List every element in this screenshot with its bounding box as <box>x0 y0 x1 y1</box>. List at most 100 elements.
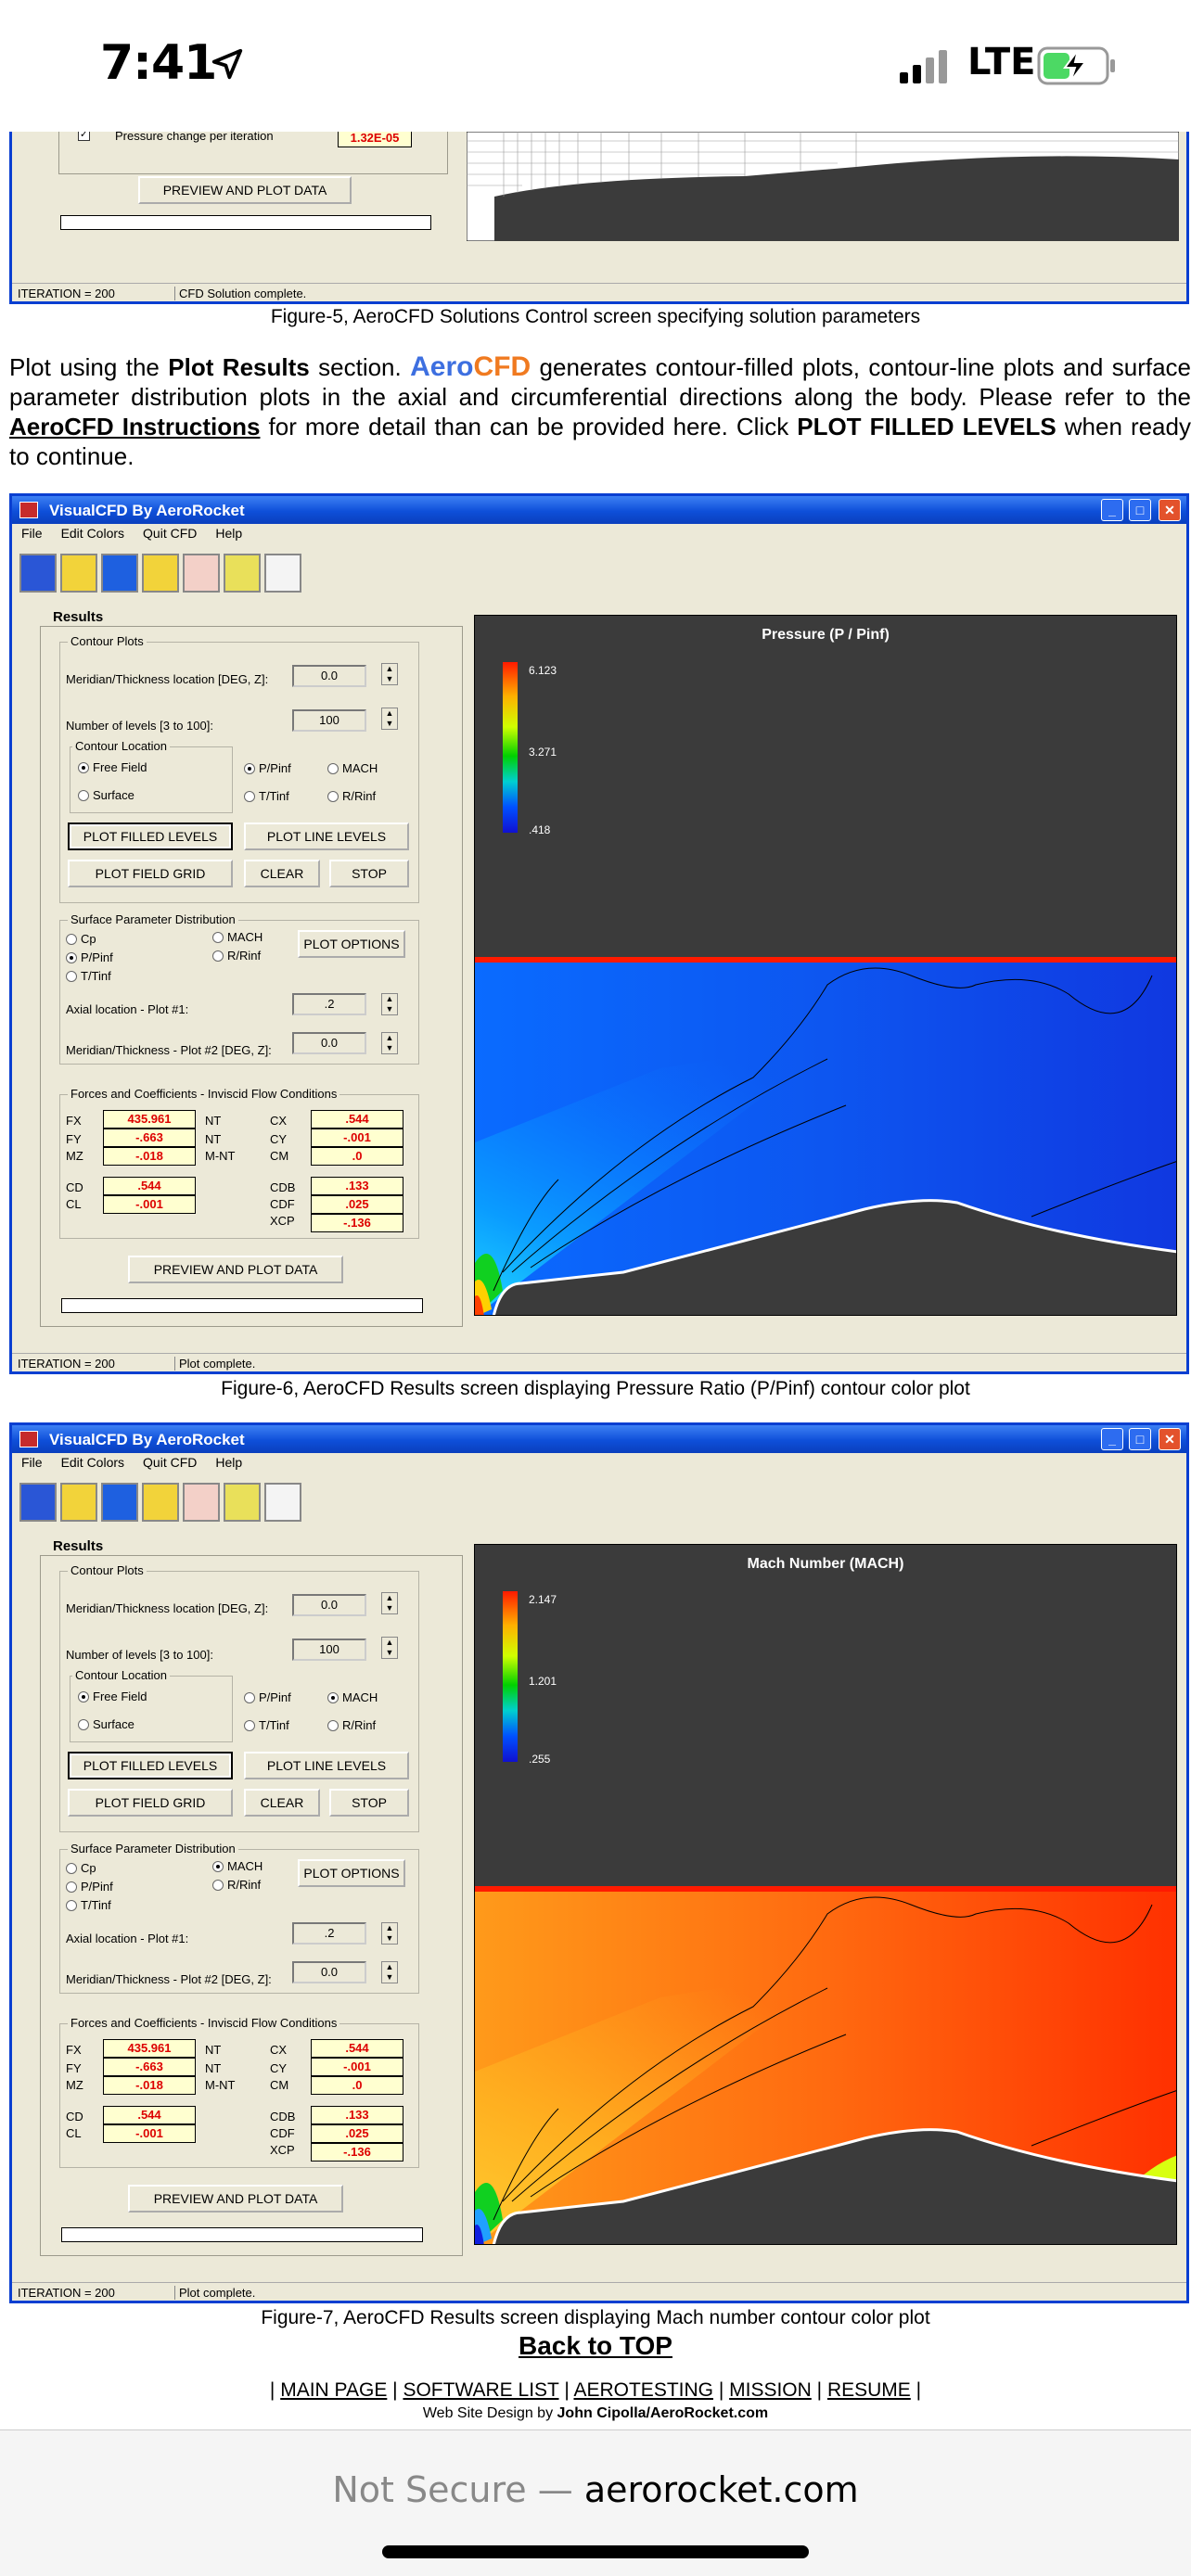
meridian2-spinner[interactable]: ▲ ▼ <box>381 1961 398 1983</box>
levels-spinner[interactable]: ▲ ▼ <box>381 1637 398 1659</box>
plot-filled-levels-button[interactable]: PLOT FILLED LEVELS <box>68 823 233 850</box>
home-indicator[interactable] <box>382 2545 809 2558</box>
cp-radio[interactable]: Cp <box>66 1861 96 1875</box>
meridian-spinner[interactable]: ▲ ▼ <box>381 1592 398 1614</box>
close-button[interactable]: ✕ <box>1159 499 1181 521</box>
menu-file[interactable]: File <box>21 526 43 541</box>
solution-tool-button[interactable] <box>183 1483 220 1522</box>
group-title: Contour Plots <box>68 634 147 648</box>
free-field-radio[interactable]: Free Field <box>78 1690 147 1703</box>
axial-spinner[interactable]: ▲ ▼ <box>381 1922 398 1945</box>
resume-link[interactable]: RESUME <box>827 2379 911 2401</box>
ttinf-radio[interactable]: T/Tinf <box>244 789 289 803</box>
geometry-tool-button[interactable] <box>19 1483 57 1522</box>
meridian-input[interactable]: 0.0 <box>292 665 366 687</box>
results-tool-button[interactable] <box>224 554 261 593</box>
domain-tool-button[interactable] <box>101 1483 138 1522</box>
plot-title: Mach Number (MACH) <box>747 1556 904 1572</box>
menu-edit-colors[interactable]: Edit Colors <box>61 526 124 541</box>
geometry-tool-button[interactable] <box>19 554 57 593</box>
surface-rrinf-radio[interactable]: R/Rinf <box>212 949 261 963</box>
meridian2-spinner[interactable]: ▲ ▼ <box>381 1032 398 1054</box>
solution-tool-button[interactable] <box>183 554 220 593</box>
menu-help[interactable]: Help <box>215 526 242 541</box>
back-to-top-link[interactable]: Back to TOP <box>0 2331 1191 2361</box>
menu-quit-cfd[interactable]: Quit CFD <box>143 526 197 541</box>
radio-label: MACH <box>342 761 378 775</box>
address-bar[interactable]: Not Secure — aerorocket.com <box>0 2469 1191 2510</box>
plot-options-button[interactable]: PLOT OPTIONS <box>298 1859 405 1887</box>
mission-link[interactable]: MISSION <box>729 2379 812 2401</box>
aerotesting-link[interactable]: AEROTESTING <box>573 2379 713 2401</box>
clear-button[interactable]: CLEAR <box>244 1789 320 1817</box>
meridian2-input[interactable]: 0.0 <box>292 1961 366 1983</box>
surface-mach-radio[interactable]: MACH <box>212 930 263 944</box>
surface-ppinf-radio[interactable]: P/Pinf <box>66 1880 113 1894</box>
preview-plot-button[interactable]: PREVIEW AND PLOT DATA <box>128 1256 343 1283</box>
ttinf-radio[interactable]: T/Tinf <box>244 1718 289 1732</box>
stop-button[interactable]: STOP <box>329 1789 409 1817</box>
ppinf-radio[interactable]: P/Pinf <box>244 761 291 775</box>
surface-radio[interactable]: Surface <box>78 788 134 802</box>
grid-tool-button[interactable] <box>142 554 179 593</box>
main-page-link[interactable]: MAIN PAGE <box>280 2379 387 2401</box>
surface-mach-radio[interactable]: MACH <box>212 1859 263 1873</box>
axial-spinner[interactable]: ▲ ▼ <box>381 993 398 1015</box>
meridian2-input[interactable]: 0.0 <box>292 1032 366 1054</box>
results-tool-button[interactable] <box>224 1483 261 1522</box>
preview-plot-button[interactable]: PREVIEW AND PLOT DATA <box>128 2185 343 2213</box>
surface-ttinf-radio[interactable]: T/Tinf <box>66 969 111 983</box>
levels-spinner[interactable]: ▲ ▼ <box>381 708 398 730</box>
meridian-label: Meridian/Thickness location [DEG, Z]: <box>66 1601 269 1615</box>
plot-field-grid-button[interactable]: PLOT FIELD GRID <box>68 860 233 887</box>
rrinf-radio[interactable]: R/Rinf <box>327 789 376 803</box>
surface-ttinf-radio[interactable]: T/Tinf <box>66 1898 111 1912</box>
minimize-button[interactable]: _ <box>1101 499 1123 521</box>
mnt-label: M-NT <box>205 1149 236 1163</box>
text: for more detail than can be provided her… <box>260 413 798 440</box>
domain-tool-button[interactable] <box>101 554 138 593</box>
stop-button[interactable]: STOP <box>329 860 409 887</box>
cp-radio[interactable]: Cp <box>66 932 96 946</box>
brand-aero: Aero <box>410 351 474 382</box>
surface-rrinf-radio[interactable]: R/Rinf <box>212 1878 261 1892</box>
plot-filled-levels-button[interactable]: PLOT FILLED LEVELS <box>68 1752 233 1779</box>
plot-options-button[interactable]: PLOT OPTIONS <box>298 930 405 958</box>
meridian2-label: Meridian/Thickness - Plot #2 [DEG, Z]: <box>66 1972 272 1986</box>
mach-radio[interactable]: MACH <box>327 761 378 775</box>
software-list-link[interactable]: SOFTWARE LIST <box>403 2379 558 2401</box>
body-tool-button[interactable] <box>60 554 97 593</box>
chart-tool-button[interactable] <box>264 554 301 593</box>
menu-help[interactable]: Help <box>215 1455 242 1470</box>
preview-plot-button[interactable]: PREVIEW AND PLOT DATA <box>138 176 352 204</box>
menu-quit-cfd[interactable]: Quit CFD <box>143 1455 197 1470</box>
rrinf-radio[interactable]: R/Rinf <box>327 1718 376 1732</box>
meridian-spinner[interactable]: ▲ ▼ <box>381 663 398 685</box>
maximize-button[interactable]: □ <box>1129 499 1151 521</box>
axial-input[interactable]: .2 <box>292 1922 366 1945</box>
body-tool-button[interactable] <box>60 1483 97 1522</box>
plot-field-grid-button[interactable]: PLOT FIELD GRID <box>68 1789 233 1817</box>
levels-input[interactable]: 100 <box>292 709 366 732</box>
ppinf-radio[interactable]: P/Pinf <box>244 1690 291 1704</box>
menu-edit-colors[interactable]: Edit Colors <box>61 1455 124 1470</box>
free-field-radio[interactable]: Free Field <box>78 760 147 774</box>
chart-tool-button[interactable] <box>264 1483 301 1522</box>
grid-tool-button[interactable] <box>142 1483 179 1522</box>
mach-radio[interactable]: MACH <box>327 1690 378 1704</box>
levels-input[interactable]: 100 <box>292 1639 366 1661</box>
close-button[interactable]: ✕ <box>1159 1428 1181 1450</box>
axial-input[interactable]: .2 <box>292 993 366 1015</box>
maximize-button[interactable]: □ <box>1129 1428 1151 1450</box>
pressure-checkbox[interactable]: ✓ <box>78 132 90 141</box>
minimize-button[interactable]: _ <box>1101 1428 1123 1450</box>
clear-button[interactable]: CLEAR <box>244 860 320 887</box>
menu-file[interactable]: File <box>21 1455 43 1470</box>
plot-line-levels-button[interactable]: PLOT LINE LEVELS <box>244 823 409 850</box>
aerocfd-instructions-link[interactable]: AeroCFD Instructions <box>9 413 260 440</box>
cdb-label: CDB <box>270 1180 296 1194</box>
meridian-input[interactable]: 0.0 <box>292 1594 366 1616</box>
surface-radio[interactable]: Surface <box>78 1717 134 1731</box>
plot-line-levels-button[interactable]: PLOT LINE LEVELS <box>244 1752 409 1779</box>
surface-ppinf-radio[interactable]: P/Pinf <box>66 950 113 964</box>
